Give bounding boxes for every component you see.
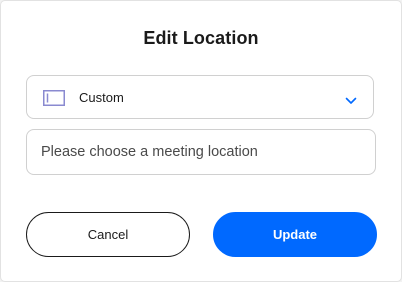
meeting-location-input[interactable] xyxy=(26,129,376,175)
dialog-title: Edit Location xyxy=(143,28,259,48)
location-type-select[interactable]: Custom xyxy=(26,75,374,119)
update-button[interactable]: Update xyxy=(213,212,377,257)
chevron-down-icon[interactable] xyxy=(345,93,357,104)
cancel-button[interactable]: Cancel xyxy=(26,212,190,257)
edit-location-dialog: Edit Location Custom Cancel Update xyxy=(1,1,401,281)
custom-location-icon xyxy=(43,90,65,106)
location-type-label: Custom xyxy=(79,90,124,105)
